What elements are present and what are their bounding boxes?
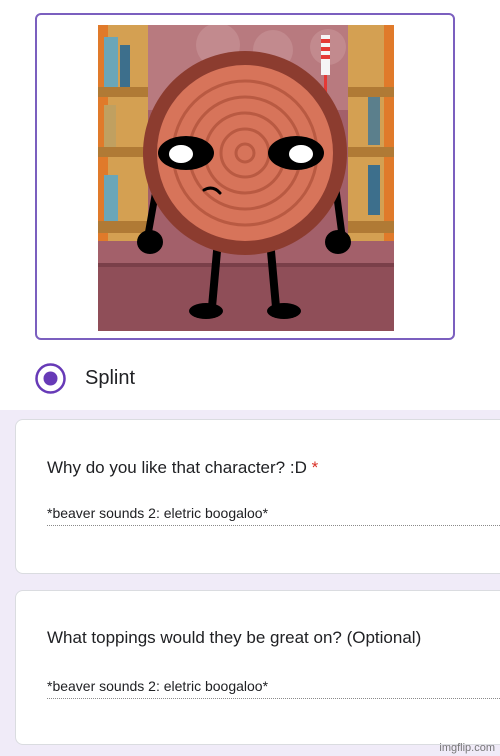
radio-selected-icon[interactable] xyxy=(34,362,67,395)
answer-field[interactable]: *beaver sounds 2: eletric boogaloo* xyxy=(47,505,500,526)
option-area: Splint xyxy=(0,0,500,410)
watermark: imgflip.com xyxy=(439,742,495,754)
question-text: Why do you like that character? :D xyxy=(47,458,307,477)
character-image xyxy=(98,25,394,331)
question-title: Why do you like that character? :D * xyxy=(47,458,318,478)
question-title: What toppings would they be great on? (O… xyxy=(47,628,421,648)
option-image-frame[interactable] xyxy=(35,13,455,340)
answer-field[interactable]: *beaver sounds 2: eletric boogaloo* xyxy=(47,678,500,699)
question-card: Why do you like that character? :D * *be… xyxy=(15,419,500,574)
required-marker: * xyxy=(311,458,319,477)
question-card: What toppings would they be great on? (O… xyxy=(15,590,500,745)
option-label[interactable]: Splint xyxy=(85,367,135,390)
question-text: What toppings would they be great on? (O… xyxy=(47,628,422,647)
